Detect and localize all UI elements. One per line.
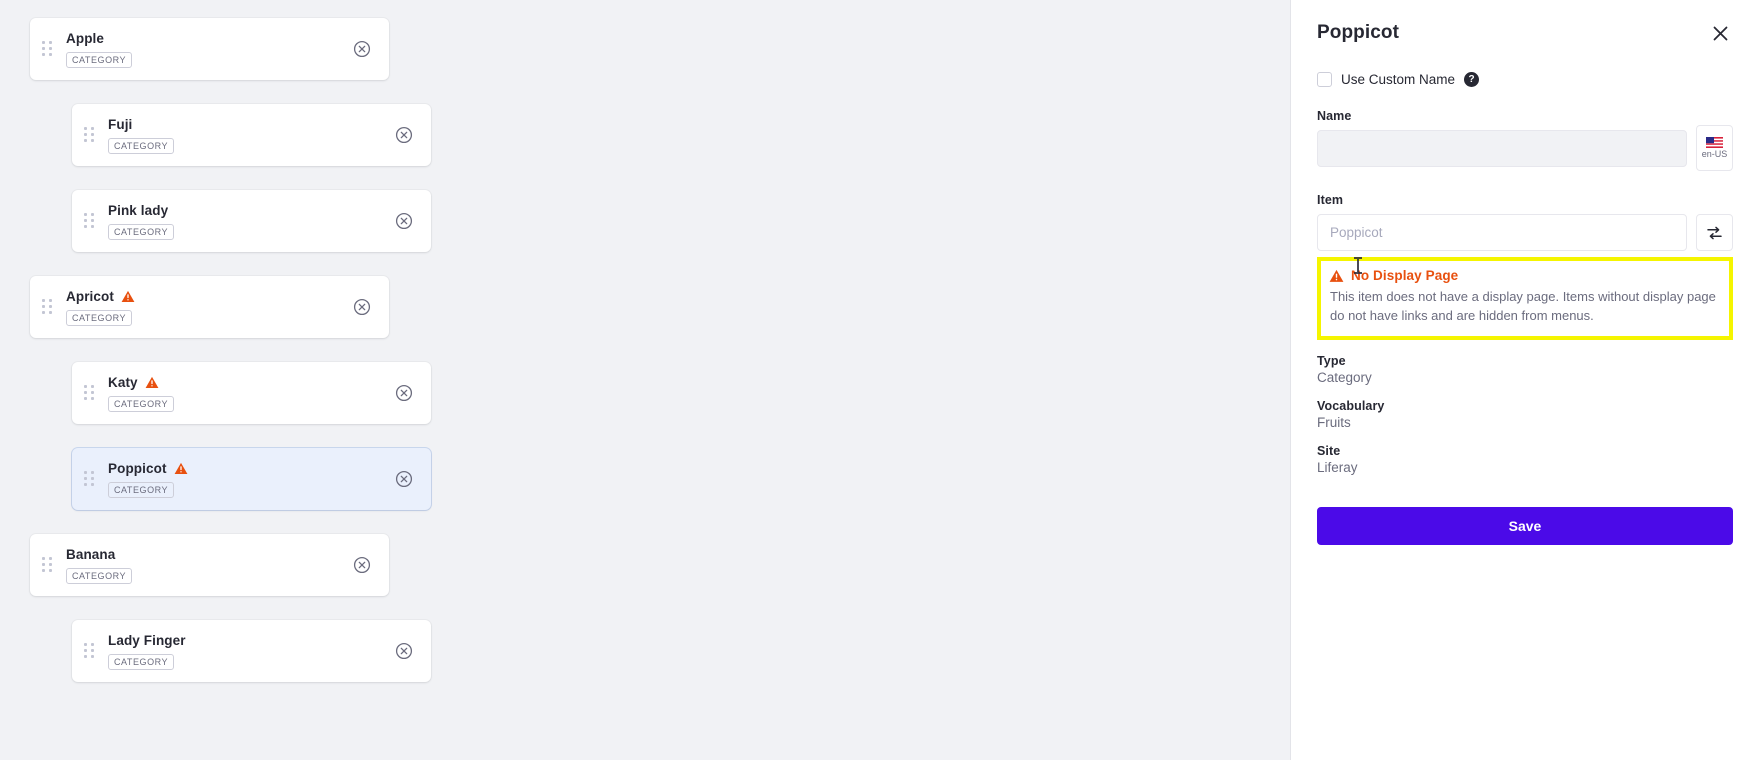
card-title: Poppicot xyxy=(108,461,167,476)
drag-handle-icon[interactable] xyxy=(84,211,98,231)
name-field-label: Name xyxy=(1317,109,1352,123)
save-button[interactable]: Save xyxy=(1317,507,1733,545)
category-card[interactable]: Lady Finger CATEGORY xyxy=(72,620,431,682)
metadata-item: Type Category xyxy=(1317,354,1733,385)
category-card[interactable]: Pink lady CATEGORY xyxy=(72,190,431,252)
locale-flag-button[interactable]: en-US xyxy=(1696,125,1733,171)
drag-handle-icon[interactable] xyxy=(84,383,98,403)
category-badge: CATEGORY xyxy=(108,224,175,240)
name-input[interactable] xyxy=(1317,130,1687,167)
metadata-label: Vocabulary xyxy=(1317,399,1385,413)
remove-circle-icon xyxy=(353,556,371,574)
card-title: Lady Finger xyxy=(108,633,186,648)
remove-circle-icon xyxy=(353,298,371,316)
drag-handle-icon[interactable] xyxy=(42,555,56,575)
swap-item-button[interactable] xyxy=(1696,214,1733,251)
card-title: Pink lady xyxy=(108,203,169,218)
warning-triangle-icon xyxy=(145,376,159,388)
category-card[interactable]: Apple CATEGORY xyxy=(30,18,389,80)
category-card[interactable]: Apricot CATEGORY xyxy=(30,276,389,338)
text-cursor xyxy=(1354,257,1362,274)
metadata-label: Site xyxy=(1317,444,1341,458)
app-root: Apple CATEGORY Fuji CATEGORY Pink lady CATEGO… xyxy=(0,0,1759,760)
alert-title: No Display Page xyxy=(1351,268,1459,283)
card-body: Fuji CATEGORY xyxy=(108,116,393,154)
use-custom-name-checkbox[interactable] xyxy=(1317,72,1332,87)
metadata-value: Category xyxy=(1317,370,1372,385)
drag-handle-icon[interactable] xyxy=(84,641,98,661)
card-body: Pink lady CATEGORY xyxy=(108,202,393,240)
item-field-label: Item xyxy=(1317,193,1344,207)
category-card[interactable]: Banana CATEGORY xyxy=(30,534,389,596)
metadata-item: Site Liferay xyxy=(1317,444,1733,475)
category-badge: CATEGORY xyxy=(66,52,133,68)
category-tree-canvas: Apple CATEGORY Fuji CATEGORY Pink lady CATEGO… xyxy=(0,0,1290,760)
swap-icon xyxy=(1707,226,1722,239)
close-button[interactable] xyxy=(1708,21,1733,46)
card-title: Apple xyxy=(66,31,105,46)
category-card[interactable]: Katy CATEGORY xyxy=(72,362,431,424)
remove-circle-icon xyxy=(395,212,413,230)
drag-handle-icon[interactable] xyxy=(84,469,98,489)
item-input[interactable] xyxy=(1317,214,1687,251)
use-custom-name-label: Use Custom Name xyxy=(1341,72,1456,87)
use-custom-name-row: Use Custom Name ? xyxy=(1317,72,1733,87)
remove-circle-icon xyxy=(395,642,413,660)
remove-circle-icon xyxy=(395,384,413,402)
metadata-item: Vocabulary Fruits xyxy=(1317,399,1733,430)
card-body: Apple CATEGORY xyxy=(66,30,351,68)
sidebar-header: Poppicot xyxy=(1317,0,1733,58)
card-body: Apricot CATEGORY xyxy=(66,288,351,326)
card-body: Poppicot CATEGORY xyxy=(108,460,393,498)
category-card[interactable]: Fuji CATEGORY xyxy=(72,104,431,166)
remove-circle-icon xyxy=(353,40,371,58)
remove-circle-icon xyxy=(395,470,413,488)
alert-body: This item does not have a display page. … xyxy=(1330,289,1716,323)
details-sidebar: Poppicot Use Custom Name ? Name en-US It… xyxy=(1290,0,1759,760)
category-card[interactable]: Poppicot CATEGORY xyxy=(72,448,431,510)
drag-handle-icon[interactable] xyxy=(42,39,56,59)
category-badge: CATEGORY xyxy=(66,310,133,326)
warning-triangle-icon xyxy=(1329,269,1344,282)
metadata-list: Type Category Vocabulary Fruits Site Liferay xyxy=(1317,354,1733,475)
item-field-group: Item xyxy=(1317,193,1733,251)
drag-handle-icon[interactable] xyxy=(42,297,56,317)
card-body: Lady Finger CATEGORY xyxy=(108,632,393,670)
help-icon[interactable]: ? xyxy=(1464,72,1480,87)
us-flag-icon xyxy=(1706,137,1723,148)
close-icon xyxy=(1713,26,1728,40)
remove-card-button[interactable] xyxy=(393,640,415,662)
card-body: Katy CATEGORY xyxy=(108,374,393,412)
category-badge: CATEGORY xyxy=(66,568,133,584)
category-badge: CATEGORY xyxy=(108,138,175,154)
remove-card-button[interactable] xyxy=(393,124,415,146)
card-title: Katy xyxy=(108,375,138,390)
remove-card-button[interactable] xyxy=(393,468,415,490)
remove-card-button[interactable] xyxy=(351,554,373,576)
remove-circle-icon xyxy=(395,126,413,144)
category-badge: CATEGORY xyxy=(108,396,175,412)
category-badge: CATEGORY xyxy=(108,654,175,670)
metadata-value: Liferay xyxy=(1317,460,1358,475)
no-display-page-alert: No Display Page This item does not have … xyxy=(1317,257,1733,340)
remove-card-button[interactable] xyxy=(351,296,373,318)
card-title: Fuji xyxy=(108,117,133,132)
warning-triangle-icon xyxy=(121,290,135,302)
locale-code-label: en-US xyxy=(1701,149,1728,159)
page-title: Poppicot xyxy=(1317,22,1400,43)
category-badge: CATEGORY xyxy=(108,482,175,498)
metadata-value: Fruits xyxy=(1317,415,1351,430)
name-field-group: Name en-US xyxy=(1317,109,1733,171)
card-title: Apricot xyxy=(66,289,114,304)
metadata-label: Type xyxy=(1317,354,1346,368)
card-title: Banana xyxy=(66,547,116,562)
drag-handle-icon[interactable] xyxy=(84,125,98,145)
warning-triangle-icon xyxy=(174,462,187,474)
remove-card-button[interactable] xyxy=(393,210,415,232)
remove-card-button[interactable] xyxy=(351,38,373,60)
remove-card-button[interactable] xyxy=(393,382,415,404)
card-body: Banana CATEGORY xyxy=(66,546,351,584)
